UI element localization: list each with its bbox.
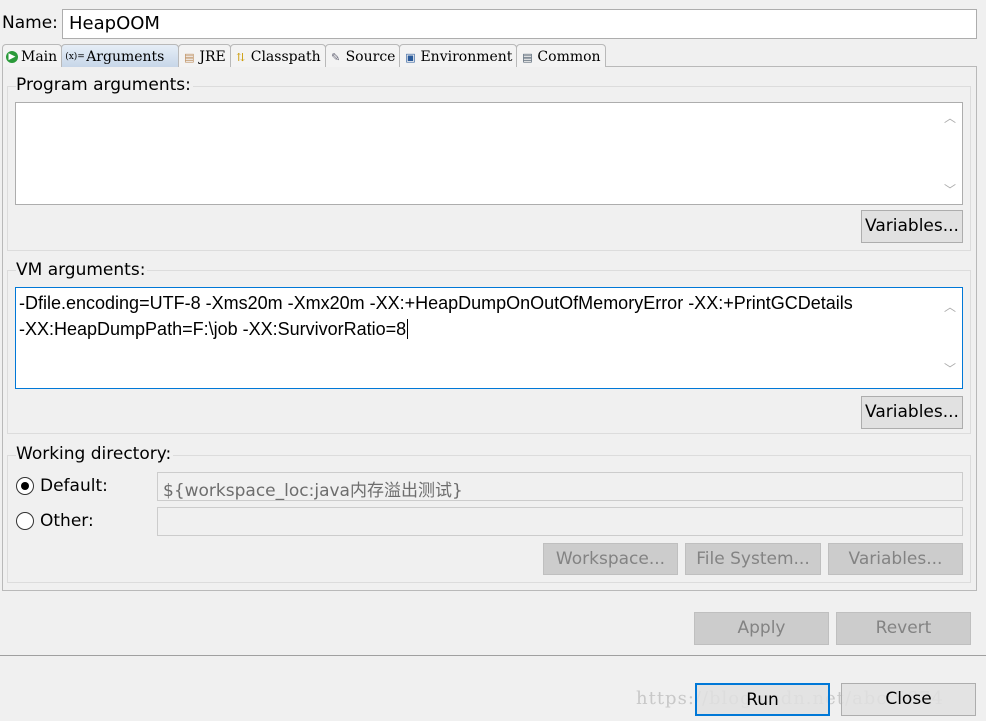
other-label: Other: <box>40 511 94 531</box>
default-label: Default: <box>40 476 108 496</box>
working-directory-label: Working directory: <box>16 444 174 464</box>
tab-classpath[interactable]: ⇅ Classpath <box>229 44 326 67</box>
jre-icon: ▤ <box>184 50 195 64</box>
environment-icon: ▣ <box>405 50 416 64</box>
program-arguments-input[interactable]: ︿ ﹀ <box>15 102 963 205</box>
default-radio[interactable] <box>16 477 34 495</box>
classpath-icon: ⇅ <box>236 50 246 64</box>
program-arguments-label: Program arguments: <box>16 75 193 95</box>
vm-variables-button[interactable]: Variables... <box>861 396 963 429</box>
program-variables-button[interactable]: Variables... <box>861 210 963 243</box>
other-directory-field[interactable] <box>157 507 963 536</box>
tab-label: Arguments <box>86 49 165 65</box>
text-cursor <box>407 319 409 339</box>
run-button[interactable]: Run <box>695 683 830 716</box>
source-icon: ✎ <box>330 50 341 64</box>
close-button[interactable]: Close <box>841 683 976 716</box>
tab-environment[interactable]: ▣ Environment <box>399 44 518 67</box>
tab-label: Environment <box>420 49 513 65</box>
tab-arguments[interactable]: (x)= Arguments <box>61 44 180 67</box>
tab-jre[interactable]: ▤ JRE <box>178 44 231 67</box>
vm-args-line: -Dfile.encoding=UTF-8 -Xms20m -Xmx20m -X… <box>19 293 853 313</box>
workdir-variables-button[interactable]: Variables... <box>828 543 963 575</box>
vm-args-line: -XX:HeapDumpPath=F:\job -XX:SurvivorRati… <box>19 319 407 339</box>
common-icon: ▤ <box>522 50 533 64</box>
vm-arguments-label: VM arguments: <box>16 260 148 280</box>
separator <box>0 655 986 656</box>
name-label: Name: <box>2 13 58 33</box>
tab-main[interactable]: ▶ Main <box>2 44 63 67</box>
workspace-button[interactable]: Workspace... <box>543 543 678 575</box>
name-input[interactable]: HeapOOM <box>62 9 977 39</box>
vm-arguments-input[interactable]: -Dfile.encoding=UTF-8 -Xms20m -Xmx20m -X… <box>15 287 963 389</box>
default-directory-field: ${workspace_loc:java内存溢出测试} <box>157 472 963 501</box>
tab-bar: ▶ Main (x)= Arguments ▤ JRE ⇅ Classpath ✎ Sou… <box>2 44 606 67</box>
tab-label: Main <box>21 49 58 65</box>
scrollbar[interactable]: ︿ ﹀ <box>938 288 962 388</box>
apply-button[interactable]: Apply <box>694 612 829 645</box>
tab-common[interactable]: ▤ Common <box>516 44 606 67</box>
main-icon: ▶ <box>6 51 18 63</box>
tab-label: Classpath <box>250 49 321 65</box>
tab-label: JRE <box>199 49 226 65</box>
scrollbar[interactable]: ︿ ﹀ <box>938 103 962 204</box>
tab-label: Common <box>537 49 601 65</box>
tab-label: Source <box>345 49 396 65</box>
tab-source[interactable]: ✎ Source <box>324 44 401 67</box>
revert-button[interactable]: Revert <box>836 612 971 645</box>
other-radio[interactable] <box>16 512 34 530</box>
file-system-button[interactable]: File System... <box>685 543 821 575</box>
arguments-icon: (x)= <box>65 52 85 62</box>
